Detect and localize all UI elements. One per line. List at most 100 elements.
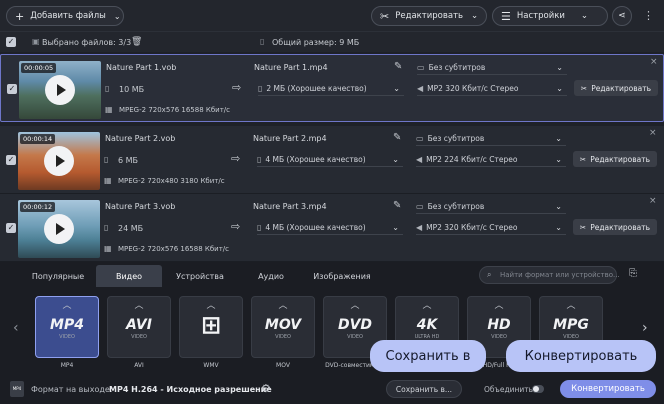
tab-audio[interactable]: Аудио (238, 265, 304, 287)
subtitles-dropdown[interactable]: ▭ Без субтитров ⌄ (416, 132, 566, 146)
chevron-down-icon: ⌄ (556, 63, 563, 72)
chevron-up-icon[interactable]: ︿ (180, 298, 242, 311)
settings-button[interactable]: ☰ Настройки ⌄ (492, 6, 608, 26)
remove-file-icon[interactable]: × (650, 57, 658, 67)
tab-video[interactable]: Видео (96, 265, 162, 287)
merge-toggle[interactable] (532, 385, 544, 393)
audio-dropdown[interactable]: ◀ MP2 320 Кбит/с Стерео ⌄ (416, 221, 566, 235)
format-label: MOV (276, 362, 290, 369)
file-checkbox[interactable]: ✓ (6, 155, 16, 165)
chevron-up-icon[interactable]: ︿ (324, 298, 386, 311)
file-size-icon: ▯ (260, 37, 265, 46)
file-row[interactable]: ✓ 00:00:14 Nature Part 2.vob ▯ 6 МБ ▦ MP… (0, 126, 664, 194)
format-tile[interactable]: ︿ AVI VIDEO (107, 296, 171, 358)
film-icon: ▦ (104, 176, 112, 185)
subtitles-value: Без субтитров (427, 202, 485, 211)
video-thumbnail[interactable]: 00:00:14 (18, 132, 100, 190)
format-search-input[interactable]: ⌕ Найти формат или устройство... (479, 266, 620, 284)
output-file-name: Nature Part 3.mp4 (253, 202, 327, 211)
remove-file-icon[interactable]: × (649, 196, 657, 206)
format-logo-caption: VIDEO (59, 334, 75, 340)
chevron-down-icon: ⌄ (555, 155, 562, 164)
settings-label: Настройки (516, 11, 565, 21)
chevron-down-icon: ⌄ (113, 11, 121, 21)
select-all-checkbox[interactable]: ✓ (6, 37, 16, 47)
output-file-name: Nature Part 1.mp4 (254, 63, 328, 72)
gear-icon[interactable]: ⚙ (261, 382, 271, 395)
source-file-size: 24 МБ (118, 224, 144, 233)
selected-files-icon: ▣ (32, 37, 40, 46)
chevron-down-icon: ⌄ (471, 11, 479, 21)
output-size-dropdown[interactable]: ▯ 4 МБ (Хорошее качество) ⌄ (257, 153, 403, 167)
edit-button[interactable]: ✂ Редактировать ⌄ (371, 6, 487, 26)
output-format-value[interactable]: MP4 H.264 - Исходное разрешение (109, 385, 272, 394)
tools-icon: ✂ (580, 83, 588, 93)
chevron-up-icon[interactable]: ︿ (108, 298, 170, 311)
tab-devices[interactable]: Устройства (164, 265, 236, 287)
tab-popular[interactable]: Популярные (22, 265, 94, 287)
chevron-up-icon[interactable]: ︿ (36, 298, 98, 311)
format-panel: Популярные Видео Устройства Аудио Изобра… (0, 262, 664, 404)
format-label: AVI (134, 362, 144, 369)
add-files-button[interactable]: + Добавить файлы ⌄ (6, 6, 124, 26)
film-icon: ▦ (104, 244, 112, 253)
video-thumbnail[interactable]: 00:00:12 (18, 200, 100, 258)
speaker-icon: ◀ (416, 155, 423, 164)
source-file-name: Nature Part 2.vob (105, 134, 176, 143)
rename-pencil-icon[interactable]: ✎ (393, 132, 401, 143)
trash-icon[interactable]: 🗑 (131, 37, 142, 47)
convert-button[interactable]: Конвертировать (560, 380, 656, 398)
save-to-button[interactable]: Сохранить в... (386, 380, 462, 398)
file-icon: ▯ (258, 84, 263, 93)
audio-dropdown[interactable]: ◀ MP2 224 Кбит/с Стерео ⌄ (416, 153, 566, 167)
scroll-left-icon[interactable]: ‹ (13, 320, 19, 336)
row-edit-button[interactable]: ✂ Редактировать (573, 219, 657, 235)
file-checkbox[interactable]: ✓ (6, 223, 16, 233)
row-edit-button[interactable]: ✂ Редактировать (573, 151, 657, 167)
play-icon[interactable] (44, 146, 74, 176)
duration-badge: 00:00:14 (20, 134, 56, 144)
output-size-dropdown[interactable]: ▯ 2 МБ (Хорошее качество) ⌄ (258, 82, 404, 96)
convert-arrow-icon: ⇨ (231, 220, 241, 233)
scroll-right-icon[interactable]: › (642, 320, 648, 336)
source-file-meta: MPEG-2 720x576 16588 Кбит/с (119, 106, 231, 114)
selected-files-count: Выбрано файлов: 3/3 (42, 38, 132, 47)
chevron-up-icon[interactable]: ︿ (468, 298, 530, 311)
chevron-down-icon: ⌄ (393, 84, 400, 93)
chevron-up-icon[interactable]: ︿ (252, 298, 314, 311)
file-checkbox[interactable]: ✓ (7, 84, 17, 94)
subtitles-dropdown[interactable]: ▭ Без субтитров ⌄ (416, 200, 566, 214)
rename-pencil-icon[interactable]: ✎ (394, 61, 402, 72)
chevron-up-icon[interactable]: ︿ (540, 298, 602, 311)
share-button[interactable]: ⋖ (612, 6, 632, 26)
output-size-dropdown[interactable]: ▯ 4 МБ (Хорошее качество) ⌄ (257, 221, 403, 235)
subtitles-icon: ▭ (416, 134, 424, 143)
format-tile[interactable]: ︿ MP4 VIDEO (35, 296, 99, 358)
row-edit-button[interactable]: ✂ Редактировать (574, 80, 658, 96)
audio-dropdown[interactable]: ◀ MP2 320 Кбит/с Стерео ⌄ (417, 82, 567, 96)
rename-pencil-icon[interactable]: ✎ (393, 200, 401, 211)
export-icon[interactable]: ⎘ (629, 268, 637, 279)
play-icon[interactable] (45, 75, 75, 105)
format-tile[interactable]: ︿ MOV VIDEO (251, 296, 315, 358)
save-to-label: Сохранить в... (395, 384, 453, 394)
file-row[interactable]: ✓ 00:00:12 Nature Part 3.vob ▯ 24 МБ ▦ M… (0, 194, 664, 262)
output-size-value: 2 МБ (Хорошее качество) (266, 84, 367, 93)
more-menu-icon[interactable]: ⋮ (643, 9, 654, 22)
format-tile[interactable]: ︿ ⊞ (179, 296, 243, 358)
format-label: MP4 (60, 362, 74, 369)
row-edit-label: Редактировать (591, 83, 652, 93)
selection-bar: ✓ ▣ Выбрано файлов: 3/3 🗑 ▯ Общий размер… (0, 32, 664, 52)
audio-value: MP2 320 Кбит/с Стерео (427, 84, 519, 93)
chevron-down-icon: ⌄ (555, 223, 562, 232)
video-thumbnail[interactable]: 00:00:05 (19, 61, 101, 119)
chevron-down-icon: ⌄ (580, 11, 589, 21)
play-icon[interactable] (44, 214, 74, 244)
file-row[interactable]: ✓ 00:00:05 Nature Part 1.vob ▯ 10 МБ ▦ M… (0, 54, 664, 122)
chevron-up-icon[interactable]: ︿ (396, 298, 458, 311)
subtitles-dropdown[interactable]: ▭ Без субтитров ⌄ (417, 61, 567, 75)
remove-file-icon[interactable]: × (649, 128, 657, 138)
save-to-callout: Сохранить в (370, 340, 486, 372)
output-size-value: 4 МБ (Хорошее качество) (265, 223, 366, 232)
tab-images[interactable]: Изображения (306, 265, 378, 287)
